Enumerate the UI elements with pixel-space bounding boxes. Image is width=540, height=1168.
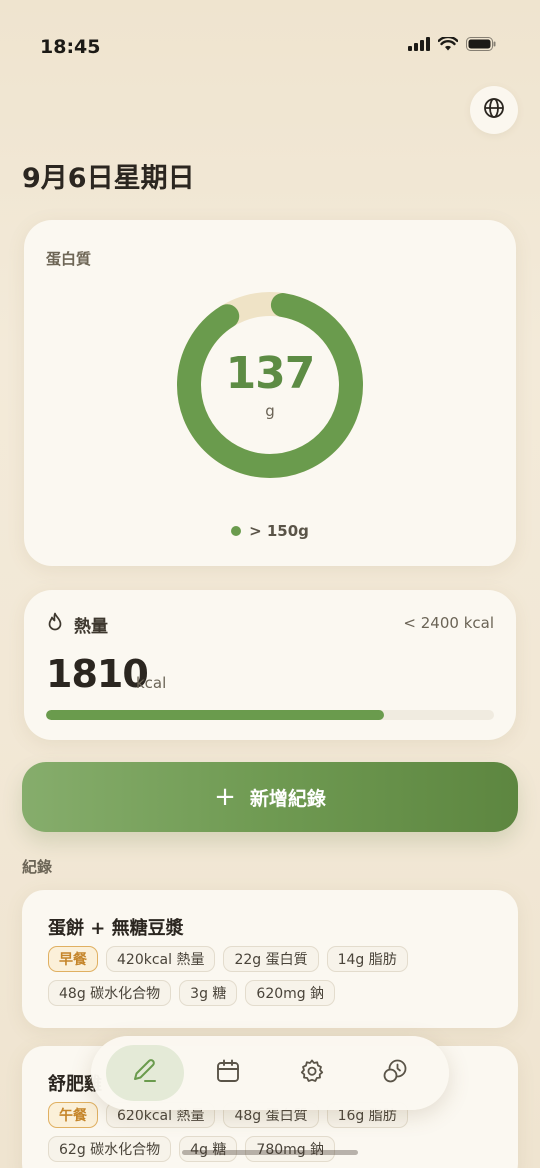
nav-item-settings[interactable] bbox=[273, 1045, 351, 1101]
calories-value: 1810 bbox=[46, 652, 149, 696]
sodium-tag: 620mg 鈉 bbox=[245, 980, 336, 1006]
history-icon bbox=[381, 1057, 409, 1089]
sugar-tag: 3g 糖 bbox=[179, 980, 238, 1006]
plus-icon: + bbox=[214, 782, 236, 812]
wifi-icon bbox=[437, 35, 459, 55]
status-time: 18:45 bbox=[40, 36, 101, 58]
settings-icon bbox=[299, 1058, 325, 1088]
protein-card: 蛋白質 137 g > 150g bbox=[24, 220, 516, 566]
calories-tag: 420kcal 熱量 bbox=[106, 946, 216, 972]
calories-progress-fill bbox=[46, 710, 384, 720]
protein-ring: 137 g bbox=[175, 290, 365, 480]
meal-type-tag: 早餐 bbox=[48, 946, 98, 972]
protein-value: 137 bbox=[225, 348, 316, 399]
protein-goal: > 150g bbox=[24, 522, 516, 540]
protein-tag: 22g 蛋白質 bbox=[223, 946, 319, 972]
nav-item-history[interactable] bbox=[356, 1045, 434, 1101]
nav-item-edit[interactable] bbox=[105, 1045, 184, 1101]
add-record-label: 新增紀錄 bbox=[249, 787, 326, 810]
protein-unit: g bbox=[265, 402, 275, 420]
calories-card: 熱量 < 2400 kcal 1810 kcal bbox=[24, 590, 516, 740]
page-title: 9月6日星期日 bbox=[22, 163, 195, 194]
record-title: 蛋餅 + 無糖豆漿 bbox=[48, 918, 184, 939]
language-button[interactable] bbox=[470, 86, 518, 134]
calories-label: 熱量 bbox=[74, 617, 108, 637]
add-record-button[interactable]: + 新增紀錄 bbox=[22, 762, 518, 832]
status-bar: 18:45 bbox=[0, 0, 540, 90]
home-indicator bbox=[182, 1150, 358, 1155]
status-icons bbox=[408, 35, 496, 55]
sugar-tag: 4g 糖 bbox=[179, 1136, 238, 1162]
edit-icon bbox=[130, 1056, 160, 1090]
sodium-tag: 780mg 鈉 bbox=[245, 1136, 336, 1162]
flame-icon bbox=[46, 612, 64, 637]
globe-icon bbox=[483, 97, 505, 123]
protein-goal-text: > 150g bbox=[249, 522, 309, 540]
records-section-label: 紀錄 bbox=[22, 858, 53, 876]
protein-label: 蛋白質 bbox=[46, 250, 92, 268]
goal-dot bbox=[231, 526, 242, 536]
calendar-icon bbox=[215, 1058, 241, 1088]
battery-icon bbox=[466, 36, 496, 55]
calories-goal: < 2400 kcal bbox=[403, 614, 494, 632]
signal-icon bbox=[408, 36, 430, 55]
meal-type-tag: 午餐 bbox=[48, 1102, 98, 1128]
bottom-nav bbox=[91, 1036, 449, 1110]
record-tags: 早餐 420kcal 熱量 22g 蛋白質 14g 脂肪 48g 碳水化合物 3… bbox=[48, 946, 498, 1006]
carbs-tag: 62g 碳水化合物 bbox=[48, 1136, 172, 1162]
calories-progress-bar bbox=[46, 710, 494, 720]
calories-unit: kcal bbox=[136, 674, 167, 692]
fat-tag: 14g 脂肪 bbox=[326, 946, 408, 972]
record-card[interactable]: 蛋餅 + 無糖豆漿 早餐 420kcal 熱量 22g 蛋白質 14g 脂肪 4… bbox=[22, 890, 518, 1028]
nav-item-calendar[interactable] bbox=[189, 1045, 267, 1101]
carbs-tag: 48g 碳水化合物 bbox=[48, 980, 172, 1006]
calories-header: 熱量 bbox=[46, 612, 108, 637]
